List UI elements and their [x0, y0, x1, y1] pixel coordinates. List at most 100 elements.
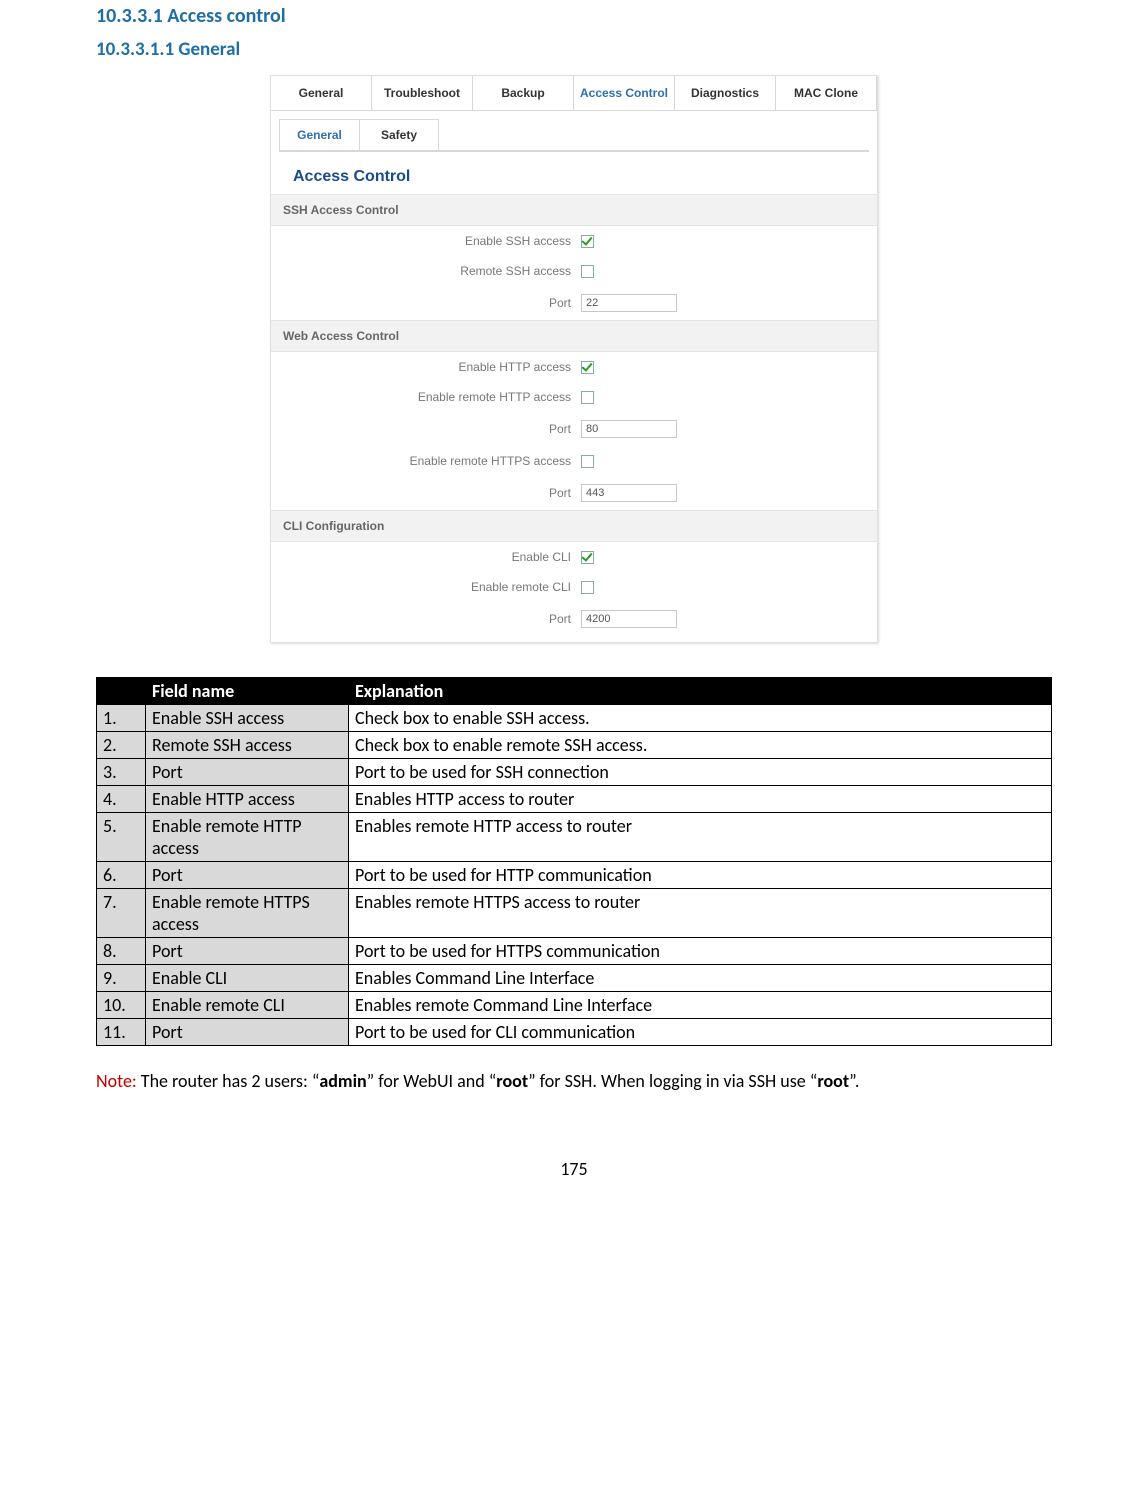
label-enable-ssh: Enable SSH access — [271, 234, 581, 248]
table-row: 4.Enable HTTP accessEnables HTTP access … — [97, 786, 1052, 813]
table-row: 7.Enable remote HTTPS accessEnables remo… — [97, 889, 1052, 938]
section-ssh-access-control: SSH Access Control — [271, 194, 877, 226]
label-enable-http: Enable HTTP access — [271, 360, 581, 374]
label-https-port: Port — [271, 486, 581, 500]
note-user-root-2: root — [817, 1070, 849, 1092]
label-http-port: Port — [271, 422, 581, 436]
checkbox-remote-http[interactable] — [581, 391, 594, 404]
cell-field-name: Enable SSH access — [146, 705, 349, 732]
row-enable-ssh: Enable SSH access — [271, 226, 877, 256]
row-https-port: Port — [271, 476, 877, 510]
label-ssh-port: Port — [271, 296, 581, 310]
note-user-root-1: root — [496, 1070, 528, 1092]
label-remote-https: Enable remote HTTPS access — [271, 454, 581, 468]
cell-num: 6. — [97, 862, 146, 889]
tab-access-control[interactable]: Access Control — [574, 76, 675, 110]
cell-field-name: Enable remote HTTP access — [146, 813, 349, 862]
note-text-3: ” for SSH. When logging in via SSH use “ — [528, 1070, 817, 1092]
description-table: Field name Explanation 1.Enable SSH acce… — [96, 677, 1052, 1046]
label-remote-http: Enable remote HTTP access — [271, 390, 581, 404]
checkbox-enable-http[interactable] — [581, 361, 594, 374]
section-cli-configuration: CLI Configuration — [271, 510, 877, 542]
table-row: 5.Enable remote HTTP accessEnables remot… — [97, 813, 1052, 862]
row-cli-port: Port — [271, 602, 877, 642]
cell-num: 9. — [97, 965, 146, 992]
tab-general[interactable]: General — [271, 76, 372, 110]
cell-explanation: Enables Command Line Interface — [349, 965, 1052, 992]
cell-explanation: Enables remote HTTP access to router — [349, 813, 1052, 862]
cell-field-name: Port — [146, 759, 349, 786]
heading-general: 10.3.3.1.1 General — [96, 38, 1052, 61]
row-remote-http: Enable remote HTTP access — [271, 382, 877, 412]
input-ssh-port[interactable] — [581, 294, 677, 312]
page-number: 175 — [96, 1158, 1052, 1180]
cell-num: 2. — [97, 732, 146, 759]
checkbox-enable-cli[interactable] — [581, 551, 594, 564]
th-field-name: Field name — [146, 678, 349, 705]
cell-num: 3. — [97, 759, 146, 786]
note-text-2: ” for WebUI and “ — [367, 1070, 497, 1092]
note-text-1: The router has 2 users: “ — [137, 1070, 320, 1092]
cell-num: 5. — [97, 813, 146, 862]
row-ssh-port: Port — [271, 286, 877, 320]
note-user-admin: admin — [319, 1070, 366, 1092]
table-row: 8.PortPort to be used for HTTPS communic… — [97, 938, 1052, 965]
top-tabs: General Troubleshoot Backup Access Contr… — [271, 76, 877, 111]
cell-explanation: Enables remote Command Line Interface — [349, 992, 1052, 1019]
cell-explanation: Port to be used for SSH connection — [349, 759, 1052, 786]
input-cli-port[interactable] — [581, 610, 677, 628]
subtab-general[interactable]: General — [279, 119, 359, 150]
th-num — [97, 678, 146, 705]
cell-field-name: Enable remote CLI — [146, 992, 349, 1019]
label-cli-port: Port — [271, 612, 581, 626]
input-http-port[interactable] — [581, 420, 677, 438]
panel-title: Access Control — [293, 168, 877, 186]
screenshot-panel: General Troubleshoot Backup Access Contr… — [270, 75, 878, 643]
checkbox-remote-cli[interactable] — [581, 581, 594, 594]
cell-field-name: Port — [146, 938, 349, 965]
label-remote-cli: Enable remote CLI — [271, 580, 581, 594]
row-enable-cli: Enable CLI — [271, 542, 877, 572]
cell-num: 8. — [97, 938, 146, 965]
row-remote-cli: Enable remote CLI — [271, 572, 877, 602]
cell-explanation: Check box to enable SSH access. — [349, 705, 1052, 732]
table-row: 3.PortPort to be used for SSH connection — [97, 759, 1052, 786]
cell-explanation: Port to be used for HTTP communication — [349, 862, 1052, 889]
cell-explanation: Port to be used for CLI communication — [349, 1019, 1052, 1046]
heading-access-control: 10.3.3.1 Access control — [96, 4, 1052, 28]
cell-num: 7. — [97, 889, 146, 938]
sub-tabs: General Safety — [279, 119, 869, 150]
table-row: 6.PortPort to be used for HTTP communica… — [97, 862, 1052, 889]
row-http-port: Port — [271, 412, 877, 446]
note: Note: The router has 2 users: “admin” fo… — [96, 1070, 1052, 1092]
cell-num: 1. — [97, 705, 146, 732]
table-row: 9.Enable CLIEnables Command Line Interfa… — [97, 965, 1052, 992]
table-row: 10.Enable remote CLIEnables remote Comma… — [97, 992, 1052, 1019]
checkbox-remote-ssh[interactable] — [581, 265, 594, 278]
tab-backup[interactable]: Backup — [473, 76, 574, 110]
checkbox-enable-ssh[interactable] — [581, 235, 594, 248]
input-https-port[interactable] — [581, 484, 677, 502]
cell-field-name: Enable HTTP access — [146, 786, 349, 813]
checkbox-remote-https[interactable] — [581, 455, 594, 468]
cell-field-name: Enable CLI — [146, 965, 349, 992]
note-text-4: ”. — [849, 1070, 859, 1092]
tab-troubleshoot[interactable]: Troubleshoot — [372, 76, 473, 110]
note-label: Note: — [96, 1070, 137, 1092]
subtab-safety[interactable]: Safety — [359, 119, 439, 150]
cell-explanation: Enables remote HTTPS access to router — [349, 889, 1052, 938]
screenshot-container: General Troubleshoot Backup Access Contr… — [96, 75, 1052, 643]
cell-field-name: Remote SSH access — [146, 732, 349, 759]
th-explanation: Explanation — [349, 678, 1052, 705]
cell-explanation: Check box to enable remote SSH access. — [349, 732, 1052, 759]
cell-explanation: Port to be used for HTTPS communication — [349, 938, 1052, 965]
table-row: 11.PortPort to be used for CLI communica… — [97, 1019, 1052, 1046]
row-remote-ssh: Remote SSH access — [271, 256, 877, 286]
tab-diagnostics[interactable]: Diagnostics — [675, 76, 776, 110]
cell-num: 11. — [97, 1019, 146, 1046]
cell-num: 10. — [97, 992, 146, 1019]
row-enable-http: Enable HTTP access — [271, 352, 877, 382]
table-row: 1.Enable SSH accessCheck box to enable S… — [97, 705, 1052, 732]
tab-mac-clone[interactable]: MAC Clone — [776, 76, 877, 110]
label-remote-ssh: Remote SSH access — [271, 264, 581, 278]
